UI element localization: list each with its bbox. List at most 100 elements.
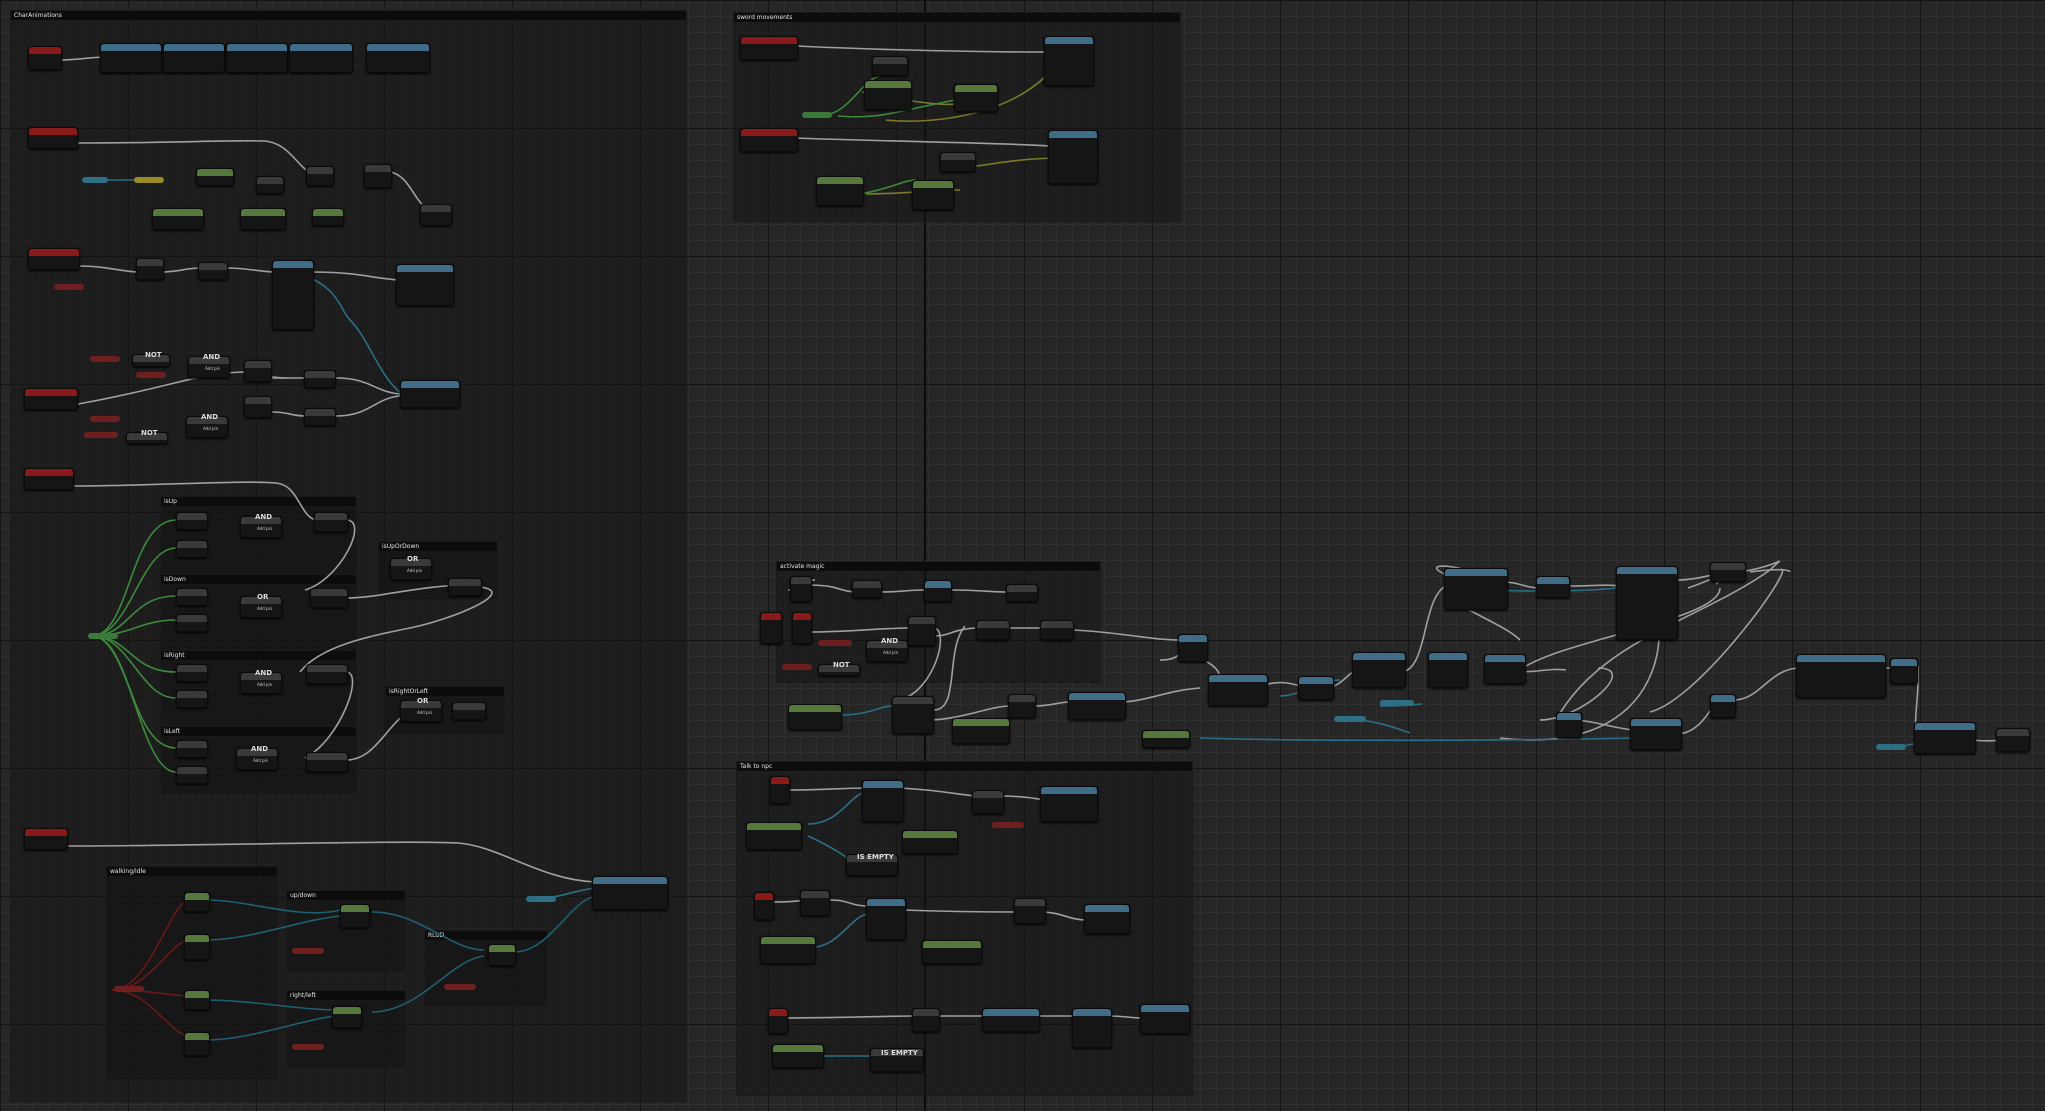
operator-node[interactable] (1996, 728, 2030, 752)
variable-getter[interactable] (992, 822, 1024, 828)
function-node[interactable] (1484, 654, 1526, 684)
operator-node[interactable] (1040, 620, 1074, 640)
operator-node[interactable] (1014, 898, 1046, 924)
variable-getter[interactable] (526, 896, 556, 902)
pure-node[interactable] (772, 1044, 824, 1068)
variable-getter[interactable] (1380, 700, 1414, 706)
not-node[interactable]: NOT (818, 661, 860, 676)
switch-node[interactable] (892, 696, 934, 734)
compare-node[interactable] (176, 690, 208, 708)
branch-node[interactable] (306, 752, 348, 772)
pure-node[interactable] (152, 208, 204, 230)
operator-node[interactable] (976, 620, 1010, 640)
function-node[interactable] (1072, 1008, 1112, 1048)
pure-node[interactable] (184, 934, 210, 960)
function-node[interactable] (1536, 576, 1570, 598)
pure-node[interactable] (1142, 730, 1190, 748)
pure-node[interactable] (184, 1032, 210, 1056)
function-node[interactable] (400, 380, 460, 408)
pure-node[interactable] (184, 990, 210, 1010)
branch-node[interactable] (306, 664, 348, 684)
event-node[interactable] (24, 388, 78, 410)
function-node[interactable] (862, 780, 904, 822)
variable-getter[interactable] (444, 984, 476, 990)
operator-node[interactable] (1710, 562, 1746, 582)
function-node[interactable] (924, 580, 952, 602)
operator-node[interactable] (256, 176, 284, 194)
pure-node[interactable] (954, 84, 998, 112)
function-node[interactable] (1890, 658, 1918, 684)
event-node[interactable] (28, 127, 78, 149)
event-node[interactable] (770, 776, 790, 804)
variable-getter[interactable] (292, 1044, 324, 1050)
function-node[interactable] (272, 260, 314, 330)
pure-node[interactable] (902, 830, 958, 854)
compare-node[interactable] (176, 740, 208, 758)
or-node[interactable]: OR Add pin (240, 593, 282, 618)
pure-node[interactable] (196, 168, 234, 186)
function-node[interactable] (1044, 36, 1094, 86)
compare-node[interactable] (176, 512, 208, 530)
pure-node[interactable] (952, 718, 1010, 744)
branch-node[interactable] (314, 512, 348, 532)
compare-node[interactable] (176, 664, 208, 682)
pure-node[interactable] (184, 892, 210, 912)
event-node[interactable] (28, 248, 80, 270)
variable-getter[interactable] (90, 416, 120, 422)
variable-getter[interactable] (1876, 744, 1906, 750)
branch-node[interactable] (790, 576, 812, 602)
pure-node[interactable] (864, 80, 912, 110)
is-empty-node[interactable]: IS EMPTY (846, 853, 898, 876)
pure-node[interactable] (788, 704, 842, 730)
pure-node[interactable] (488, 944, 516, 966)
function-node[interactable] (1710, 694, 1736, 718)
function-node[interactable] (396, 264, 454, 306)
function-node[interactable] (1298, 676, 1334, 700)
and-node[interactable]: AND Add pin (866, 637, 908, 662)
function-node[interactable] (163, 43, 225, 73)
pure-node[interactable] (340, 904, 370, 928)
branch-node[interactable] (306, 166, 334, 186)
operator-node[interactable] (940, 152, 976, 172)
pure-node[interactable] (312, 208, 344, 226)
or-node[interactable]: OR Add pin (400, 697, 442, 722)
and-node[interactable]: AND Add pin (240, 669, 282, 694)
variable-getter[interactable] (114, 986, 144, 992)
branch-node[interactable] (912, 1008, 940, 1032)
function-node[interactable] (1040, 786, 1098, 822)
function-node[interactable] (226, 43, 288, 73)
compare-node[interactable] (176, 766, 208, 784)
not-node[interactable]: NOT (132, 351, 170, 367)
variable-getter[interactable] (84, 432, 118, 438)
and-node[interactable]: AND Add pin (240, 513, 282, 538)
function-node[interactable] (592, 876, 668, 910)
pure-node[interactable] (332, 1006, 362, 1028)
is-empty-node[interactable]: IS EMPTY (870, 1048, 924, 1072)
function-node[interactable] (1556, 712, 1582, 738)
variable-getter[interactable] (82, 177, 108, 183)
operator-node[interactable] (304, 370, 336, 388)
pure-node[interactable] (760, 936, 816, 964)
operator-node[interactable] (972, 790, 1004, 814)
function-node[interactable] (1178, 634, 1208, 662)
variable-getter[interactable] (802, 112, 832, 118)
and-node[interactable]: AND Add pin (236, 745, 278, 770)
function-node[interactable] (1444, 568, 1508, 610)
compare-node[interactable] (176, 588, 208, 606)
function-node[interactable] (866, 898, 906, 940)
function-node[interactable] (100, 43, 162, 73)
event-node[interactable] (740, 36, 798, 60)
function-node[interactable] (1914, 722, 1976, 754)
and-node[interactable]: AND Add pin (188, 353, 230, 378)
event-node[interactable] (740, 128, 798, 152)
event-node[interactable] (768, 1008, 788, 1034)
function-node[interactable] (289, 43, 353, 73)
event-node[interactable] (792, 612, 812, 644)
branch-node[interactable] (452, 702, 486, 720)
operator-node[interactable] (1006, 584, 1038, 602)
variable-getter[interactable] (1334, 716, 1366, 722)
function-node[interactable] (1616, 566, 1678, 640)
operator-node[interactable] (1008, 694, 1036, 718)
pure-node[interactable] (922, 940, 982, 964)
branch-node[interactable] (136, 258, 164, 280)
